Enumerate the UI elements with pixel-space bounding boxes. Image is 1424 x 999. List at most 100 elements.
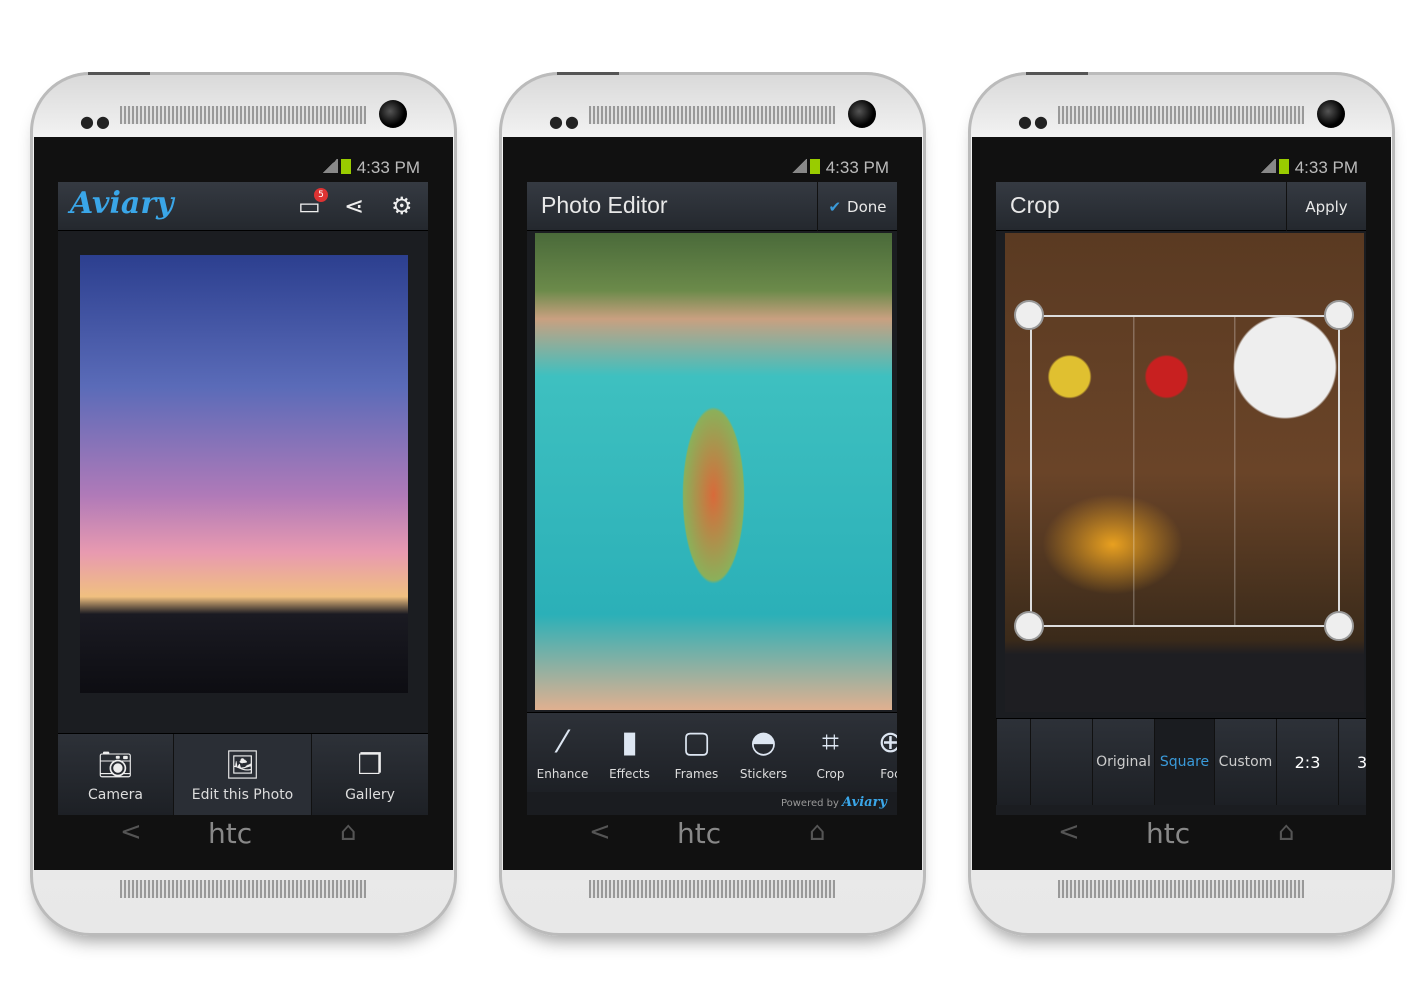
back-icon[interactable]: < [1058,817,1080,847]
speaker-grille [120,106,366,124]
magic-wand-icon: ⁄ [559,725,565,760]
powered-by: Powered by Aviary [527,792,897,815]
app-header: Aviary ▭ 5 ⋖ ⚙ [58,182,428,231]
clock: 4:33 PM [356,158,420,177]
share-icon[interactable]: ⋖ [344,192,364,220]
ratio-label: Square [1159,754,1210,770]
editor-screen: 4:33 PM Photo Editor ✔ Done ⁄ Enhance ▮ Eff… [527,155,897,815]
crop-handle-bottom-left[interactable] [1014,611,1044,641]
signal-icon [790,159,807,173]
ratio-custom[interactable]: Custom [1214,719,1276,805]
ratio-label: Original [1096,754,1151,770]
back-icon[interactable]: < [120,817,142,847]
ratio-3[interactable]: 3: [1338,719,1366,805]
hat-mustache-icon: ◓ [750,725,777,760]
page-title: Photo Editor [541,192,668,218]
tool-enhance[interactable]: ⁄ Enhance [529,713,596,781]
ratio-2-3[interactable]: 2:3 [1276,719,1338,805]
ratio-label: 3: [1357,752,1366,772]
sunset-palm-photo[interactable] [80,255,408,693]
tool-label: Crop [816,767,845,781]
nav-bar: < htc ⌂ [30,817,457,857]
signal-icon [1259,159,1276,173]
page-title: Crop [1010,192,1060,218]
tool-bar: ⁄ Enhance ▮ Effects ▢ Frames ◓ Stickers ⌗ Cro… [527,712,897,792]
speaker-grille [589,880,835,898]
edit-photo-button[interactable]: 🖼︎ Edit this Photo [174,734,312,815]
aviary-logo: Aviary [842,795,887,810]
gallery-icon: ❐ [357,748,383,781]
crop-ratio-bar: Original Square Custom 2:3 3: [996,718,1366,805]
tool-label: Effects [609,767,650,781]
phone-editor: ●● 4:33 PM Photo Editor ✔ Done ⁄ Enhance ▮… [499,72,926,936]
powered-by-text: Powered by [780,798,839,809]
crop-handle-bottom-right[interactable] [1324,611,1354,641]
tool-crop[interactable]: ⌗ Crop [797,713,864,781]
htc-logo: htc [677,817,722,850]
camera-button[interactable]: 📷︎ Camera [58,734,174,815]
gallery-label: Gallery [345,787,395,803]
sensor-dots: ●● [1018,112,1050,131]
edit-photo-label: Edit this Photo [191,787,294,803]
ratio-empty [996,719,1030,805]
home-screen: 4:33 PM Aviary ▭ 5 ⋖ ⚙ 📷︎ Camera 🖼︎ Edit t… [58,155,428,815]
crop-screen: 4:33 PM Crop Apply Original Square Custo… [996,155,1366,815]
sensor-dots: ●● [549,112,581,131]
ratio-empty [1030,719,1092,805]
status-bar: 4:33 PM [527,155,897,182]
signal-icon [321,159,338,173]
camera-icon: 📷︎ [97,748,134,781]
battery-icon [809,159,820,174]
crop-box[interactable] [1030,315,1340,627]
nav-bar: < htc ⌂ [499,817,926,857]
film-icon: ▮ [621,725,638,760]
power-button [1026,72,1088,75]
app-header: Photo Editor ✔ Done [527,182,897,231]
crop-handle-top-left[interactable] [1014,300,1044,330]
gear-icon[interactable]: ⚙ [391,192,413,220]
tool-effects[interactable]: ▮ Effects [596,713,663,781]
front-camera [848,100,876,128]
ratio-square[interactable]: Square [1154,719,1214,805]
htc-logo: htc [1146,817,1191,850]
htc-logo: htc [208,817,253,850]
aviary-logo: Aviary [70,186,174,221]
app-header: Crop Apply [996,182,1366,231]
ratio-label: Custom [1218,754,1273,770]
image-icon: 🖼︎ [224,748,261,781]
tool-label: Frames [674,767,719,781]
sensor-dots: ●● [80,112,112,131]
ratio-original[interactable]: Original [1092,719,1154,805]
battery-icon [340,159,351,174]
popsicle-photo[interactable] [535,233,892,710]
gallery-button[interactable]: ❐ Gallery [312,734,428,815]
home-icon[interactable]: ⌂ [340,817,357,847]
clock: 4:33 PM [825,158,889,177]
tool-stickers[interactable]: ◓ Stickers [730,713,797,781]
phone-crop: ●● 4:33 PM Crop Apply Original Square Cu… [968,72,1395,936]
check-icon: ✔ [828,197,842,216]
battery-icon [1278,159,1289,174]
status-bar: 4:33 PM [996,155,1366,182]
apply-button[interactable]: Apply [1286,182,1366,231]
status-bar: 4:33 PM [58,155,428,182]
tool-focus[interactable]: ⊕ Foc [857,713,897,781]
power-button [557,72,619,75]
done-button[interactable]: ✔ Done [817,182,897,231]
tool-label: Stickers [739,767,788,781]
focus-icon: ⊕ [877,725,897,760]
speaker-grille [1058,106,1304,124]
ratio-label: 2:3 [1294,752,1321,772]
home-icon[interactable]: ⌂ [1278,817,1295,847]
speaker-grille [1058,880,1304,898]
done-label: Done [847,197,887,216]
speaker-grille [589,106,835,124]
back-icon[interactable]: < [589,817,611,847]
front-camera [1317,100,1345,128]
crop-handle-top-right[interactable] [1324,300,1354,330]
tool-frames[interactable]: ▢ Frames [663,713,730,781]
home-icon[interactable]: ⌂ [809,817,826,847]
power-button [88,72,150,75]
crop-icon: ⌗ [822,725,839,760]
tool-label: Enhance [536,767,589,781]
